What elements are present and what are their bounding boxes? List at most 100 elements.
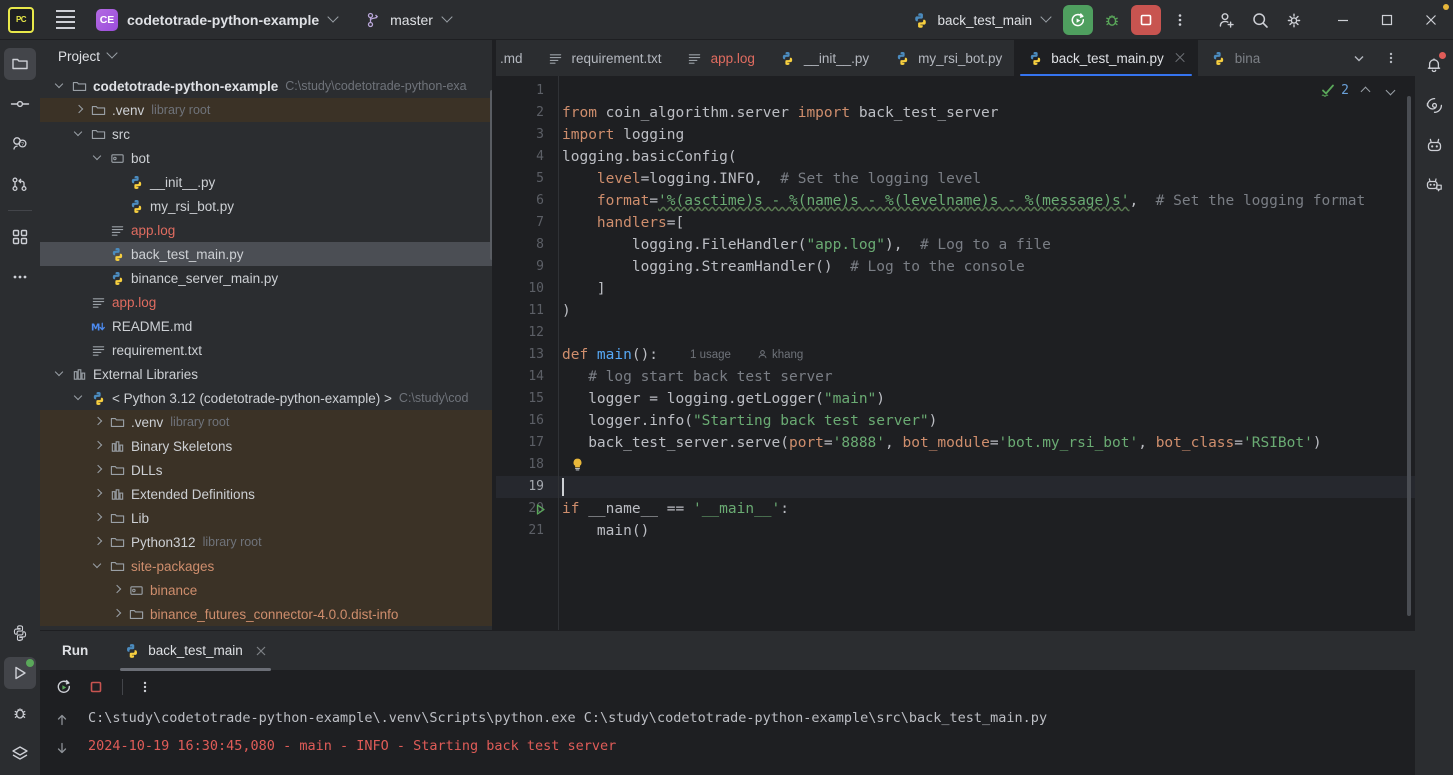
chevron-right-icon[interactable] <box>92 511 106 525</box>
chevron-right-icon[interactable] <box>92 439 106 453</box>
editor-gutter[interactable]: 123456789101112131415161718192021 <box>496 76 558 630</box>
sidebar-item-notifications[interactable] <box>1419 50 1449 80</box>
chevron-right-icon[interactable] <box>73 103 87 117</box>
more-actions-button[interactable] <box>1165 5 1195 35</box>
tree-item[interactable]: site-packages <box>40 554 496 578</box>
sidebar-item-project[interactable] <box>4 48 36 80</box>
chevron-down-icon[interactable] <box>54 79 68 93</box>
chevron-down-icon[interactable] <box>54 367 68 381</box>
code-line[interactable]: def main(): <box>562 344 658 366</box>
settings-button[interactable] <box>1279 5 1309 35</box>
tree-item[interactable]: bot <box>40 146 496 170</box>
tree-item[interactable]: src <box>40 122 496 146</box>
stop-button[interactable] <box>82 673 110 701</box>
editor-scrollbar[interactable] <box>1407 96 1411 616</box>
editor-tab[interactable]: app.log <box>674 40 767 76</box>
tree-item[interactable]: Python312library root <box>40 530 496 554</box>
tree-item[interactable]: binance_server_main.py <box>40 266 496 290</box>
tree-item[interactable]: app.log <box>40 218 496 242</box>
code-line[interactable]: handlers=[ <box>562 212 684 234</box>
close-icon[interactable] <box>1174 52 1186 64</box>
sidebar-item-code-with-me[interactable] <box>1419 130 1449 160</box>
code-line[interactable]: logging.FileHandler("app.log"), # Log to… <box>562 234 1051 256</box>
code-line[interactable]: ] <box>562 278 606 300</box>
chevron-up-icon[interactable] <box>1358 82 1374 98</box>
sidebar-item-chat[interactable] <box>1419 170 1449 200</box>
code-line[interactable]: if __name__ == '__main__': <box>562 498 789 520</box>
chevron-down-icon[interactable] <box>92 151 106 165</box>
code-line[interactable]: level=logging.INFO, # Set the logging le… <box>562 168 981 190</box>
debug-button[interactable] <box>1097 5 1127 35</box>
tree-item[interactable]: back_test_main.py <box>40 242 496 266</box>
inspection-widget[interactable]: 2 <box>1320 82 1399 98</box>
search-everywhere-button[interactable] <box>1245 5 1275 35</box>
rerun-button[interactable] <box>50 673 78 701</box>
tree-item[interactable]: my_rsi_bot.py <box>40 194 496 218</box>
sidebar-item-more[interactable] <box>4 261 36 293</box>
tree-item[interactable]: M README.md <box>40 314 496 338</box>
tree-item[interactable]: Lib <box>40 506 496 530</box>
add-account-button[interactable] <box>1211 5 1241 35</box>
close-icon[interactable] <box>255 645 267 657</box>
code-line[interactable]: back_test_server.serve(port='8888', bot_… <box>562 432 1322 454</box>
tree-item[interactable]: < Python 3.12 (codetotrade-python-exampl… <box>40 386 496 410</box>
sidebar-item-run[interactable] <box>4 657 36 689</box>
run-gutter-icon[interactable] <box>532 498 548 520</box>
code-line[interactable]: logging.basicConfig( <box>562 146 737 168</box>
code-line[interactable]: logger.info("Starting back test server") <box>562 410 937 432</box>
chevron-right-icon[interactable] <box>92 463 106 477</box>
code-editor[interactable]: 123456789101112131415161718192021 from c… <box>496 76 1415 630</box>
tab-more-button[interactable] <box>1377 44 1405 72</box>
stop-button[interactable] <box>1131 5 1161 35</box>
tree-item[interactable]: __init__.py <box>40 170 496 194</box>
code-content[interactable]: from coin_algorithm.server import back_t… <box>562 76 1415 630</box>
tree-item[interactable]: Binary Skeletons <box>40 434 496 458</box>
chevron-down-icon[interactable] <box>92 559 106 573</box>
chevron-right-icon[interactable] <box>92 487 106 501</box>
sidebar-item-python-console[interactable] <box>4 617 36 649</box>
code-line[interactable]: ) <box>562 300 571 322</box>
editor-tab[interactable]: my_rsi_bot.py <box>881 40 1014 76</box>
code-line[interactable]: logging.StreamHandler() # Log to the con… <box>562 256 1025 278</box>
console-output[interactable]: C:\study\codetotrade-python-example\.ven… <box>40 704 1415 775</box>
tree-item[interactable]: External Libraries <box>40 362 496 386</box>
chevron-right-icon[interactable] <box>92 535 106 549</box>
run-tab[interactable]: back_test_main <box>120 631 271 671</box>
branch-selector[interactable]: master <box>366 12 456 28</box>
chevron-down-icon[interactable] <box>73 127 87 141</box>
tree-item[interactable]: codetotrade-python-exampleC:\study\codet… <box>40 74 496 98</box>
sidebar-item-version-control[interactable] <box>4 168 36 200</box>
tree-item[interactable]: requirement.txt <box>40 338 496 362</box>
sidebar-item-structure[interactable] <box>4 221 36 253</box>
minimize-button[interactable] <box>1321 0 1365 40</box>
code-line[interactable]: main() <box>562 520 649 542</box>
chevron-right-icon[interactable] <box>92 415 106 429</box>
code-line[interactable]: format='%(asctime)s - %(name)s - %(level… <box>562 190 1365 212</box>
tree-item[interactable]: DLLs <box>40 458 496 482</box>
main-menu-icon[interactable] <box>48 3 82 37</box>
sidebar-item-services[interactable] <box>4 737 36 769</box>
sidebar-item-pull-requests[interactable]: ? <box>4 128 36 160</box>
code-line[interactable]: logger = logging.getLogger("main") <box>562 388 885 410</box>
chevron-down-icon[interactable] <box>73 391 87 405</box>
tree-item[interactable]: .venvlibrary root <box>40 410 496 434</box>
chevron-down-icon[interactable] <box>1383 82 1399 98</box>
tree-item[interactable]: app.log <box>40 290 496 314</box>
editor-tab[interactable]: .md <box>496 40 535 76</box>
chevron-down-icon[interactable] <box>328 13 342 27</box>
sidebar-item-commit[interactable] <box>4 88 36 120</box>
chevron-down-icon[interactable] <box>107 49 121 63</box>
editor-tab[interactable]: __init__.py <box>767 40 881 76</box>
editor-tab[interactable]: requirement.txt <box>535 40 674 76</box>
project-tree[interactable]: codetotrade-python-exampleC:\study\codet… <box>40 74 496 630</box>
project-name-label[interactable]: codetotrade-python-example <box>127 12 319 28</box>
chevron-right-icon[interactable] <box>111 583 125 597</box>
run-configuration-selector[interactable]: back_test_main <box>912 12 1055 29</box>
code-line[interactable]: # log start back test server <box>562 366 833 388</box>
editor-tab[interactable]: bina <box>1198 40 1273 76</box>
code-line[interactable]: from coin_algorithm.server import back_t… <box>562 102 999 124</box>
code-line[interactable]: import logging <box>562 124 684 146</box>
maximize-button[interactable] <box>1365 0 1409 40</box>
tree-item[interactable]: binance_futures_connector-4.0.0.dist-inf… <box>40 602 496 626</box>
intention-bulb-icon[interactable] <box>570 457 586 473</box>
